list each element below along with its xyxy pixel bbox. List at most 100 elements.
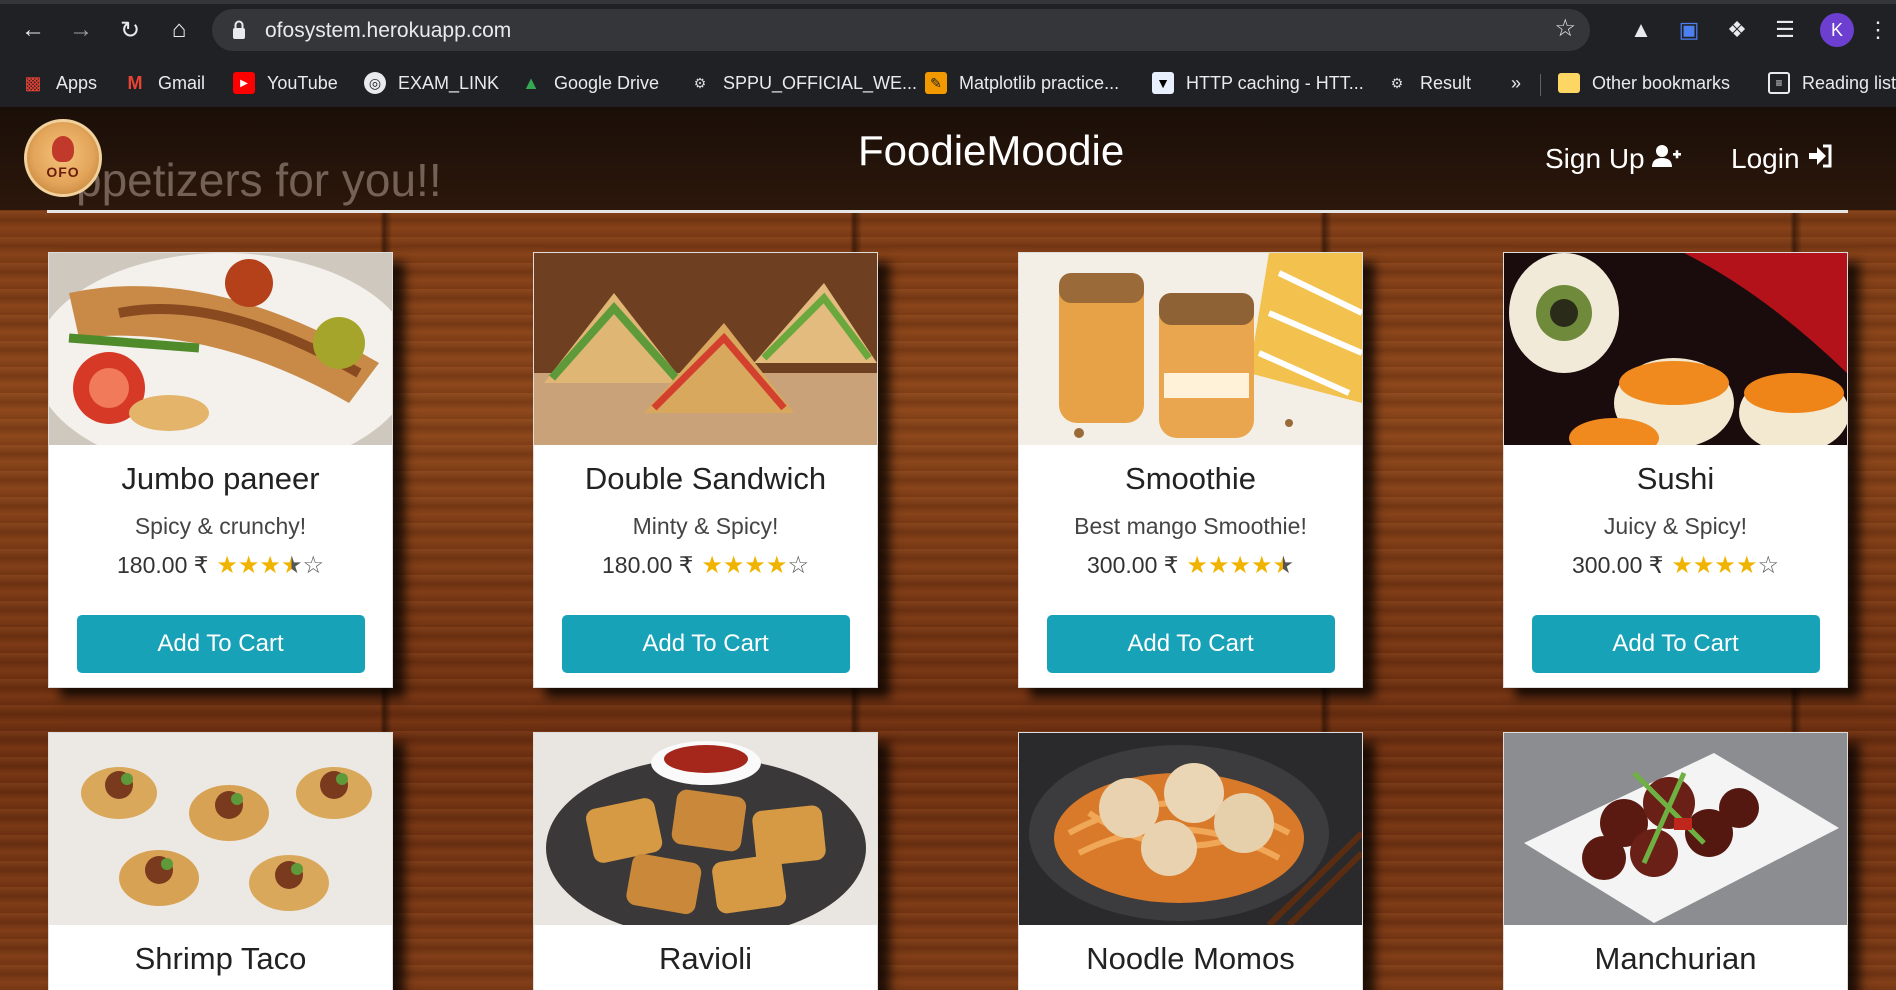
smoothie-photo[interactable]: [1019, 253, 1362, 445]
bookmark-reading-list[interactable]: ≡ Reading list: [1768, 68, 1896, 98]
home-icon[interactable]: ⌂: [163, 14, 195, 46]
star-full-icon: ★: [744, 551, 766, 579]
rating-stars: ★ ★ ★ ★ ☆: [1671, 551, 1779, 579]
star-full-icon: ★: [701, 551, 723, 579]
star-full-icon: ★: [765, 551, 788, 579]
apps-grid-icon: ▩: [24, 72, 42, 93]
address-bar[interactable]: ofosystem.herokuapp.com ☆: [212, 9, 1590, 51]
reading-list-icon: ≡: [1768, 72, 1790, 94]
product-card: Ravioli: [533, 732, 878, 990]
bookmark-google-drive[interactable]: ▲ Google Drive: [520, 68, 659, 98]
brand-title[interactable]: FoodieMoodie: [858, 127, 1124, 175]
tab-strip: [0, 0, 1896, 4]
bookmark-other-bookmarks[interactable]: Other bookmarks: [1558, 68, 1730, 98]
globe-icon: ◎: [364, 72, 386, 94]
add-to-cart-button[interactable]: Add To Cart: [561, 615, 850, 673]
youtube-icon: ▶: [233, 72, 255, 94]
star-empty-icon: ☆: [787, 551, 809, 579]
extensions-puzzle-icon[interactable]: ❖: [1721, 14, 1753, 46]
star-full-icon: ★: [1250, 551, 1273, 579]
product-card: Shrimp Taco: [48, 732, 393, 990]
product-desc: Best mango Smoothie!: [1074, 513, 1307, 539]
product-price-rating: 300.00 ₹ ★ ★ ★ ★ ★: [1019, 552, 1362, 579]
bookmark-youtube[interactable]: ▶ YouTube: [233, 68, 338, 98]
bookmark-exam-link[interactable]: ◎ EXAM_LINK: [364, 68, 499, 98]
bookmark-http-caching[interactable]: ▼ HTTP caching - HTT...: [1152, 68, 1364, 98]
noodle-momos-photo[interactable]: [1019, 733, 1362, 925]
add-to-cart-button[interactable]: Add To Cart: [1531, 615, 1820, 673]
add-to-cart-button[interactable]: Add To Cart: [76, 615, 365, 673]
product-price: 180.00 ₹: [117, 552, 209, 578]
add-to-cart-button[interactable]: Add To Cart: [1046, 615, 1335, 673]
product-price-rating: 180.00 ₹ ★ ★ ★ ★ ☆: [534, 552, 877, 579]
paneer-wrap-photo[interactable]: [49, 253, 392, 445]
product-price-rating: 300.00 ₹ ★ ★ ★ ★ ☆: [1504, 552, 1847, 579]
product-name: Sushi: [1636, 461, 1715, 496]
google-drive-icon: ▲: [522, 72, 540, 93]
star-full-icon: ★: [1671, 551, 1693, 579]
star-full-icon: ★: [1186, 551, 1208, 579]
sandwich-photo[interactable]: [534, 253, 877, 445]
manchurian-photo[interactable]: [1504, 733, 1847, 925]
star-empty-icon: ☆: [302, 551, 324, 579]
signup-link[interactable]: Sign Up: [1545, 143, 1682, 175]
user-plus-icon: [1652, 145, 1682, 167]
rating-stars: ★ ★ ★ ★ ☆: [701, 551, 809, 579]
bookmark-result[interactable]: ⚙ Result: [1386, 68, 1471, 98]
forward-arrow-icon[interactable]: →: [65, 14, 97, 46]
heading-divider: [47, 210, 1848, 213]
folder-icon: [1558, 73, 1580, 93]
product-price: 300.00 ₹: [1087, 552, 1179, 578]
shrimp-taco-photo[interactable]: [49, 733, 392, 925]
product-card: Jumbo paneer Spicy & crunchy! 180.00 ₹ ★…: [48, 252, 393, 688]
product-name: Shrimp Taco: [134, 941, 307, 976]
star-full-icon: ★: [259, 551, 281, 579]
page-content: ppetizers for you!! OFO FoodieMoodie Sig…: [0, 107, 1896, 990]
profile-avatar[interactable]: K: [1820, 13, 1854, 47]
lock-icon: [233, 20, 245, 39]
product-desc: Juicy & Spicy!: [1603, 513, 1748, 539]
star-full-icon: ★: [1714, 551, 1736, 579]
site-logo[interactable]: OFO: [24, 119, 102, 197]
star-full-icon: ★: [1229, 551, 1251, 579]
media-queue-icon[interactable]: ☰: [1769, 14, 1801, 46]
sushi-photo[interactable]: [1504, 253, 1847, 445]
section-heading: ppetizers for you!!: [76, 154, 442, 206]
bookmarks-divider: [1540, 74, 1541, 96]
bookmark-matplotlib[interactable]: ✎ Matplotlib practice...: [925, 68, 1119, 98]
product-name: Noodle Momos: [1086, 941, 1295, 976]
ravioli-photo[interactable]: [534, 733, 877, 925]
product-price: 180.00 ₹: [602, 552, 694, 578]
bookmarks-overflow-icon[interactable]: »: [1511, 68, 1521, 98]
sppu-icon: ⚙: [1390, 74, 1404, 91]
reload-icon[interactable]: ↻: [114, 14, 146, 46]
site-navbar: ppetizers for you!! OFO FoodieMoodie Sig…: [0, 107, 1896, 210]
product-name: Smoothie: [1125, 461, 1256, 496]
bookmark-gmail[interactable]: M Gmail: [124, 68, 206, 98]
url-text: ofosystem.herokuapp.com: [265, 19, 512, 42]
flame-icon: [52, 136, 74, 162]
browser-toolbar: ← → ↻ ⌂ ofosystem.herokuapp.com ☆ ▲ ▣ ❖ …: [0, 0, 1896, 60]
product-price: 300.00 ₹: [1572, 552, 1664, 578]
extension-window-icon[interactable]: ▣: [1673, 14, 1705, 46]
star-full-icon: ★: [1207, 551, 1230, 579]
bookmark-apps[interactable]: ▩ Apps: [22, 68, 97, 98]
login-link[interactable]: Login: [1731, 143, 1833, 175]
product-card: Double Sandwich Minty & Spicy! 180.00 ₹ …: [533, 252, 878, 688]
star-full-icon: ★: [216, 551, 238, 579]
product-card: Manchurian: [1503, 732, 1848, 990]
bookmark-star-icon[interactable]: ☆: [1554, 14, 1576, 43]
notebook-icon: ✎: [925, 72, 947, 94]
sign-in-icon: [1809, 144, 1832, 168]
back-arrow-icon[interactable]: ←: [17, 14, 49, 46]
star-half-icon: ★: [280, 551, 303, 579]
product-name: Manchurian: [1594, 941, 1757, 976]
star-full-icon: ★: [1692, 551, 1715, 579]
mdn-icon: ▼: [1152, 72, 1174, 94]
star-full-icon: ★: [722, 551, 745, 579]
product-desc: Spicy & crunchy!: [134, 513, 307, 539]
star-full-icon: ★: [1735, 551, 1758, 579]
extension-triangle-icon[interactable]: ▲: [1625, 14, 1657, 46]
kebab-menu-icon[interactable]: ⋮: [1862, 14, 1894, 46]
bookmark-sppu-official[interactable]: ⚙ SPPU_OFFICIAL_WE...: [689, 68, 917, 98]
